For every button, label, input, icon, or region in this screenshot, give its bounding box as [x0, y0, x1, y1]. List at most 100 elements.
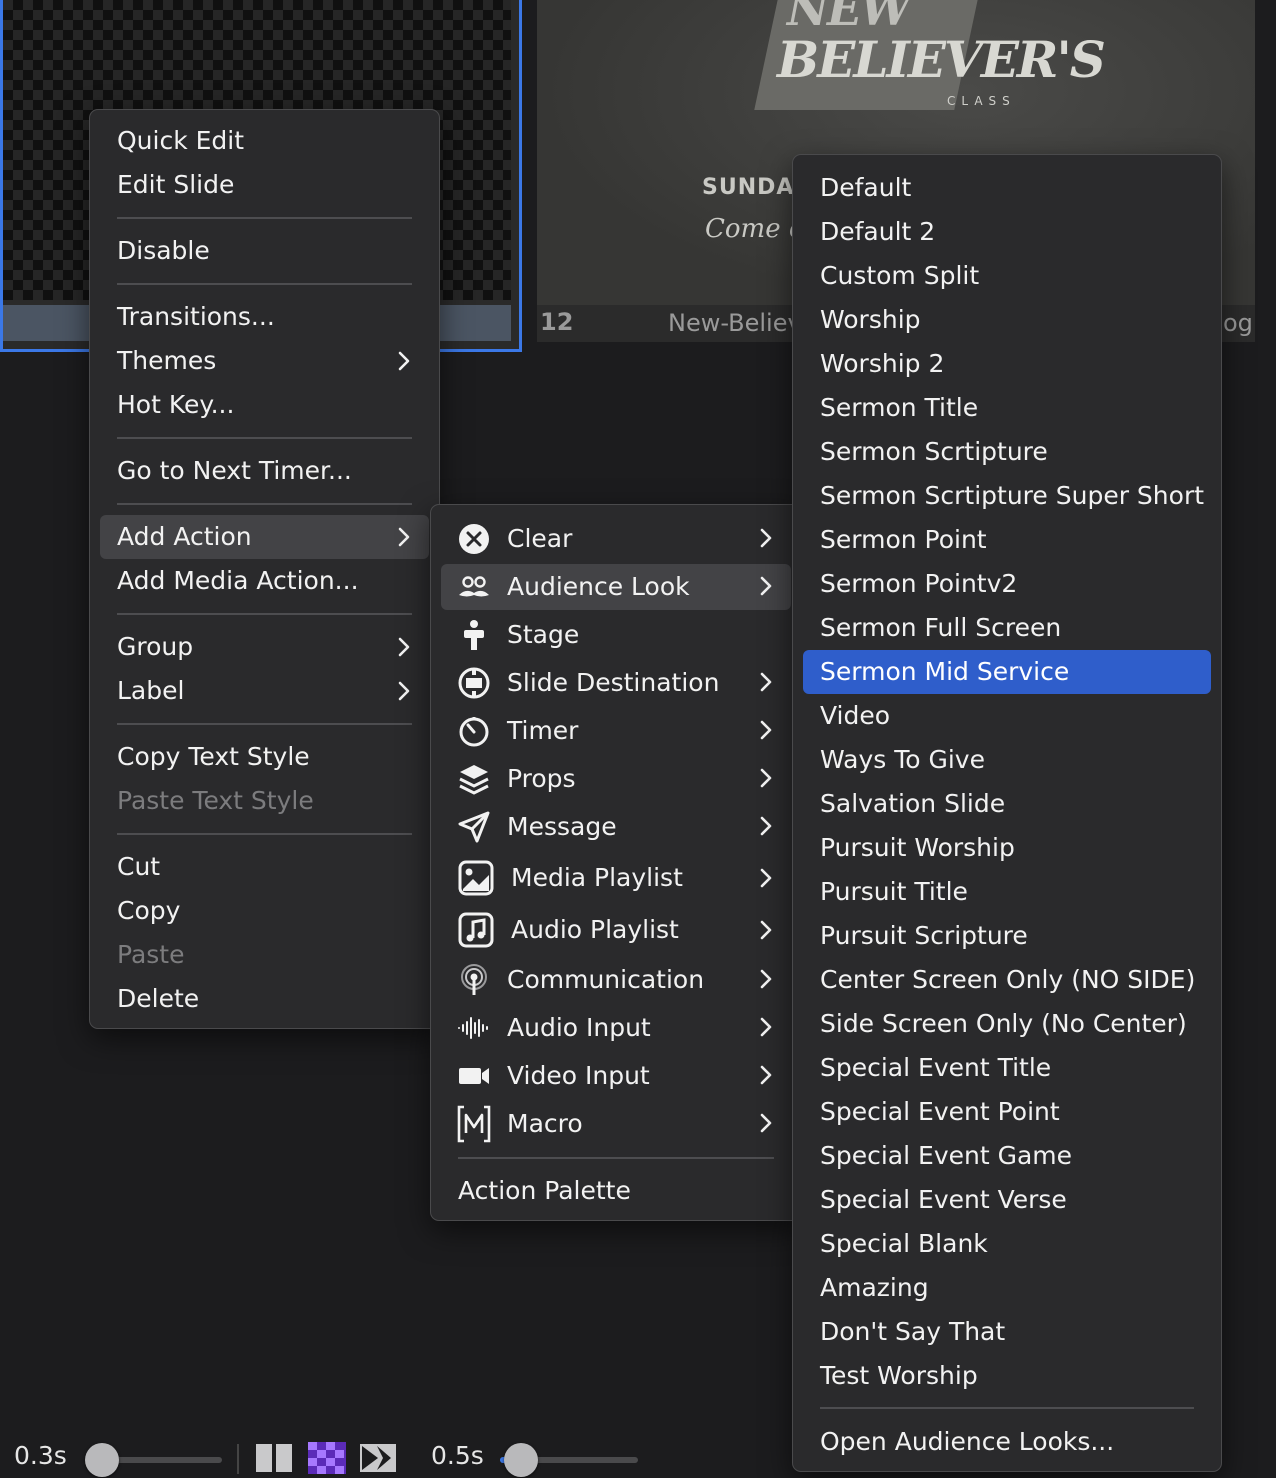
menu-item-audience-look-option[interactable]: Default 2: [803, 210, 1211, 254]
menu-item-audience-look-option[interactable]: Ways To Give: [803, 738, 1211, 782]
menu-item-audience-look-option[interactable]: Sermon Point: [803, 518, 1211, 562]
menu-item-add-media-action[interactable]: Add Media Action...: [100, 559, 429, 603]
menu-item-delete[interactable]: Delete: [100, 977, 429, 1021]
push-transition-icon[interactable]: [359, 1442, 397, 1474]
menu-item-audience-look-option[interactable]: Special Event Verse: [803, 1178, 1211, 1222]
menu-item-edit-slide[interactable]: Edit Slide: [100, 163, 429, 207]
menu-item-audience-look-option[interactable]: Sermon Mid Service: [803, 650, 1211, 694]
menu-item-audience-look-option[interactable]: Sermon Pointv2: [803, 562, 1211, 606]
waveform-icon: [458, 1017, 488, 1039]
chevron-right-icon: [760, 672, 772, 692]
menu-item-audience-look-option[interactable]: Default: [803, 166, 1211, 210]
add-action-submenu: Clear Audience Look Stage Slide Destinat…: [430, 504, 802, 1221]
menu-item-audience-look-option[interactable]: Custom Split: [803, 254, 1211, 298]
menu-separator: [117, 723, 412, 725]
menu-item-timer[interactable]: Timer: [441, 708, 791, 754]
menu-item-audience-look-option[interactable]: Sermon Scrtipture Super Short: [803, 474, 1211, 518]
menu-item-audience-look-option[interactable]: Special Blank: [803, 1222, 1211, 1266]
slide-title-line3: CLASS: [947, 94, 1016, 108]
menu-item-audience-look-option[interactable]: Pursuit Worship: [803, 826, 1211, 870]
chevron-right-icon: [760, 720, 772, 740]
macro-icon: [457, 1105, 491, 1143]
menu-item-audience-look-option[interactable]: Test Worship: [803, 1354, 1211, 1398]
menu-item-audience-look-option[interactable]: Video: [803, 694, 1211, 738]
menu-separator: [117, 437, 412, 439]
duration-slider-knob[interactable]: [85, 1443, 120, 1477]
menu-item-copy-text-style[interactable]: Copy Text Style: [100, 735, 429, 779]
menu-separator: [117, 833, 412, 835]
menu-item-group[interactable]: Group: [100, 625, 429, 669]
menu-item-communication[interactable]: Communication: [441, 957, 791, 1003]
menu-item-disable[interactable]: Disable: [100, 229, 429, 273]
chevron-right-icon: [760, 1065, 772, 1085]
broadcast-icon: [461, 964, 487, 995]
menu-item-audience-look-option[interactable]: Sermon Scrtipture: [803, 430, 1211, 474]
menu-item-paste-text-style: Paste Text Style: [117, 786, 314, 815]
menu-item-audience-look-option[interactable]: Amazing: [803, 1266, 1211, 1310]
menu-item-props[interactable]: Props: [441, 756, 791, 802]
menu-item-action-palette[interactable]: Action Palette: [441, 1169, 791, 1213]
menu-item-clear[interactable]: Clear: [441, 516, 791, 562]
chevron-right-icon: [398, 681, 410, 701]
chevron-right-icon: [760, 1113, 772, 1133]
video-camera-icon: [459, 1068, 489, 1084]
menu-separator: [117, 613, 412, 615]
menu-item-audience-look-option[interactable]: Sermon Title: [803, 386, 1211, 430]
menu-item-audio-playlist[interactable]: Audio Playlist: [441, 905, 791, 955]
menu-item-paste: Paste: [117, 940, 185, 969]
transition-duration-label: 0.3s: [14, 1441, 67, 1470]
chevron-right-icon: [398, 527, 410, 547]
menu-item-stage[interactable]: Stage: [441, 612, 791, 658]
menu-item-quick-edit[interactable]: Quick Edit: [100, 119, 429, 163]
menu-item-transitions[interactable]: Transitions...: [100, 295, 429, 339]
menu-item-audience-look-option[interactable]: Special Event Game: [803, 1134, 1211, 1178]
send-message-icon: [458, 811, 490, 843]
audience-look-icon: [459, 576, 489, 597]
menu-item-video-input[interactable]: Video Input: [441, 1053, 791, 1099]
clear-x-circle-icon: [459, 524, 489, 554]
menu-separator: [117, 503, 412, 505]
pixelate-transition-icon[interactable]: [308, 1442, 346, 1474]
menu-item-macro[interactable]: Macro: [441, 1101, 791, 1147]
menu-item-audio-input[interactable]: Audio Input: [441, 1005, 791, 1051]
menu-item-audience-look[interactable]: Audience Look: [441, 564, 791, 610]
stage-icon: [464, 620, 484, 650]
chevron-right-icon: [398, 351, 410, 371]
menu-item-message[interactable]: Message: [441, 804, 791, 850]
menu-item-audience-look-option[interactable]: Center Screen Only (NO SIDE): [803, 958, 1211, 1002]
menu-item-audience-look-option[interactable]: Side Screen Only (No Center): [803, 1002, 1211, 1046]
menu-item-audience-look-option[interactable]: Worship 2: [803, 342, 1211, 386]
menu-item-go-to-next-timer[interactable]: Go to Next Timer...: [100, 449, 429, 493]
slide-number: 12: [540, 308, 574, 336]
menu-item-slide-destination[interactable]: Slide Destination: [441, 660, 791, 706]
dissolve-transition-icon[interactable]: [255, 1442, 293, 1474]
menu-item-themes[interactable]: Themes: [100, 339, 429, 383]
menu-item-audience-look-option[interactable]: Salvation Slide: [803, 782, 1211, 826]
timer-icon: [459, 717, 489, 747]
menu-separator: [117, 283, 412, 285]
chevron-right-icon: [398, 637, 410, 657]
menu-item-copy[interactable]: Copy: [100, 889, 429, 933]
menu-item-media-playlist[interactable]: Media Playlist: [441, 853, 791, 903]
menu-item-audience-look-option[interactable]: Pursuit Scripture: [803, 914, 1211, 958]
layers-icon: [459, 765, 489, 795]
menu-item-audience-look-option[interactable]: Sermon Full Screen: [803, 606, 1211, 650]
menu-item-cut[interactable]: Cut: [100, 845, 429, 889]
chevron-right-icon: [760, 576, 772, 596]
menu-item-label[interactable]: Label: [100, 669, 429, 713]
menu-item-audience-look-option[interactable]: Worship: [803, 298, 1211, 342]
menu-separator: [820, 1407, 1194, 1409]
menu-item-hot-key[interactable]: Hot Key...: [100, 383, 429, 427]
menu-item-audience-look-option[interactable]: Special Event Point: [803, 1090, 1211, 1134]
menu-item-open-audience-looks[interactable]: Open Audience Looks...: [803, 1420, 1211, 1464]
chevron-right-icon: [760, 816, 772, 836]
menu-item-audience-look-option[interactable]: Special Event Title: [803, 1046, 1211, 1090]
audience-look-submenu: Default Default 2 Custom Split Worship Worsh…: [792, 154, 1222, 1472]
audio-playlist-icon: [458, 912, 494, 948]
menu-item-audience-look-option[interactable]: Don't Say That: [803, 1310, 1211, 1354]
slide-context-menu: Quick Edit Edit Slide Disable Transition…: [89, 109, 440, 1029]
menu-item-audience-look-option[interactable]: Pursuit Title: [803, 870, 1211, 914]
menu-item-add-action[interactable]: Add Action: [100, 515, 429, 559]
duration-slider-knob[interactable]: [503, 1443, 538, 1477]
chevron-right-icon: [760, 920, 772, 940]
